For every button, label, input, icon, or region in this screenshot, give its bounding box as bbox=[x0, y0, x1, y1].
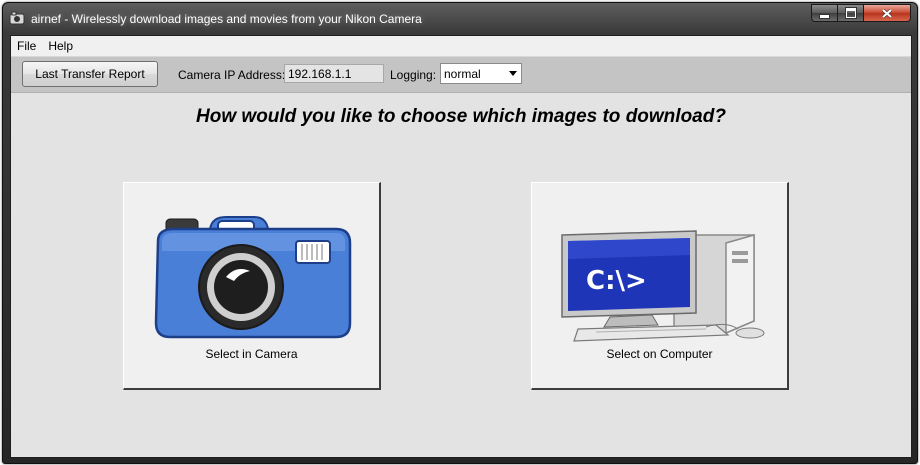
camera-icon bbox=[9, 11, 25, 25]
window-title: airnef - Wirelessly download images and … bbox=[31, 12, 422, 26]
app-window: airnef - Wirelessly download images and … bbox=[2, 2, 918, 464]
close-button[interactable] bbox=[864, 4, 911, 22]
menu-bar: File Help bbox=[11, 36, 911, 57]
toolbar: Last Transfer Report Camera IP Address: … bbox=[11, 57, 911, 93]
close-icon bbox=[882, 8, 892, 18]
select-on-computer-label: Select on Computer bbox=[606, 347, 713, 361]
camera-icon bbox=[154, 216, 352, 339]
minimize-button[interactable] bbox=[811, 4, 838, 22]
maximize-icon bbox=[844, 7, 857, 19]
title-bar[interactable]: airnef - Wirelessly download images and … bbox=[3, 3, 917, 35]
select-in-camera-label: Select in Camera bbox=[205, 347, 298, 361]
logging-select[interactable]: normal bbox=[440, 63, 522, 84]
camera-ip-label: Camera IP Address: bbox=[178, 68, 286, 82]
camera-ip-input[interactable]: 192.168.1.1 bbox=[284, 64, 384, 83]
last-transfer-report-button[interactable]: Last Transfer Report bbox=[22, 61, 158, 87]
logging-value: normal bbox=[444, 67, 481, 81]
page-question: How would you like to choose which image… bbox=[196, 106, 726, 127]
screen-prompt-text: C:\> bbox=[586, 266, 647, 296]
select-in-camera-button[interactable]: Select in Camera bbox=[123, 182, 381, 390]
menu-help[interactable]: Help bbox=[42, 36, 79, 56]
computer-icon: C:\> bbox=[561, 230, 765, 342]
chevron-down-icon bbox=[509, 71, 517, 76]
menu-file[interactable]: File bbox=[11, 36, 42, 56]
logging-label: Logging: bbox=[390, 68, 437, 82]
minimize-icon bbox=[819, 13, 830, 19]
select-on-computer-button[interactable]: C:\> Select on Computer bbox=[531, 182, 789, 390]
client-area: File Help Last Transfer Report Camera IP… bbox=[10, 35, 912, 458]
maximize-button[interactable] bbox=[838, 4, 864, 22]
caption-buttons bbox=[811, 4, 911, 23]
